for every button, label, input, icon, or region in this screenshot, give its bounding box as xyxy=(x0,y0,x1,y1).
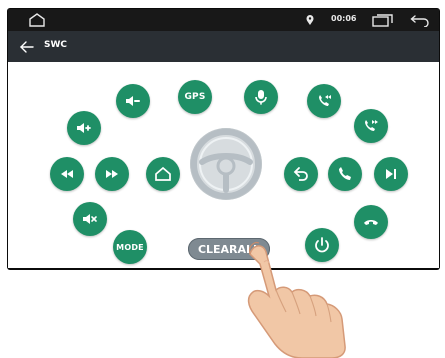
mute-button[interactable] xyxy=(73,202,107,236)
voice-button[interactable] xyxy=(244,80,278,114)
clock-time: 00:06 xyxy=(331,14,357,23)
home-icon xyxy=(155,166,171,181)
location-pin-icon xyxy=(306,15,314,25)
volume-up-button[interactable] xyxy=(67,111,101,145)
call-next-button[interactable] xyxy=(354,109,388,143)
back-return-icon xyxy=(293,167,308,181)
home-icon[interactable] xyxy=(28,13,46,27)
hang-up-icon xyxy=(364,220,378,225)
mode-button[interactable]: MODE xyxy=(113,230,147,264)
mute-icon xyxy=(83,214,97,224)
next-track-icon xyxy=(106,170,118,178)
phone-previous-icon xyxy=(319,95,331,106)
pointing-hand-image xyxy=(247,241,346,358)
answer-call-button[interactable] xyxy=(328,157,362,191)
call-previous-button[interactable] xyxy=(307,84,341,118)
next-track-button[interactable] xyxy=(95,157,129,191)
steering-wheel-icon xyxy=(191,129,261,199)
mode-label: MODE xyxy=(116,242,144,252)
gps-label: GPS xyxy=(184,92,206,102)
microphone-icon xyxy=(255,90,267,105)
back-icon[interactable] xyxy=(20,41,34,53)
phone-icon xyxy=(339,167,351,180)
volume-up-icon xyxy=(77,123,91,133)
steering-wheel-image xyxy=(190,128,262,200)
back-button[interactable] xyxy=(284,157,318,191)
phone-next-icon xyxy=(365,120,378,131)
recent-apps-icon[interactable] xyxy=(372,14,394,27)
status-bar: 00:06 xyxy=(8,9,439,31)
home-button[interactable] xyxy=(146,157,180,191)
previous-track-button[interactable] xyxy=(50,157,84,191)
play-pause-icon xyxy=(386,169,396,179)
page-title: SWC xyxy=(44,40,68,50)
play-pause-button[interactable] xyxy=(374,157,408,191)
hang-up-button[interactable] xyxy=(354,205,388,239)
back-arrow-icon[interactable] xyxy=(410,14,430,27)
previous-track-icon xyxy=(61,170,73,178)
volume-down-button[interactable] xyxy=(116,84,150,118)
title-bar: SWC xyxy=(8,31,439,62)
gps-button[interactable]: GPS xyxy=(178,80,212,114)
volume-down-icon xyxy=(126,96,140,106)
